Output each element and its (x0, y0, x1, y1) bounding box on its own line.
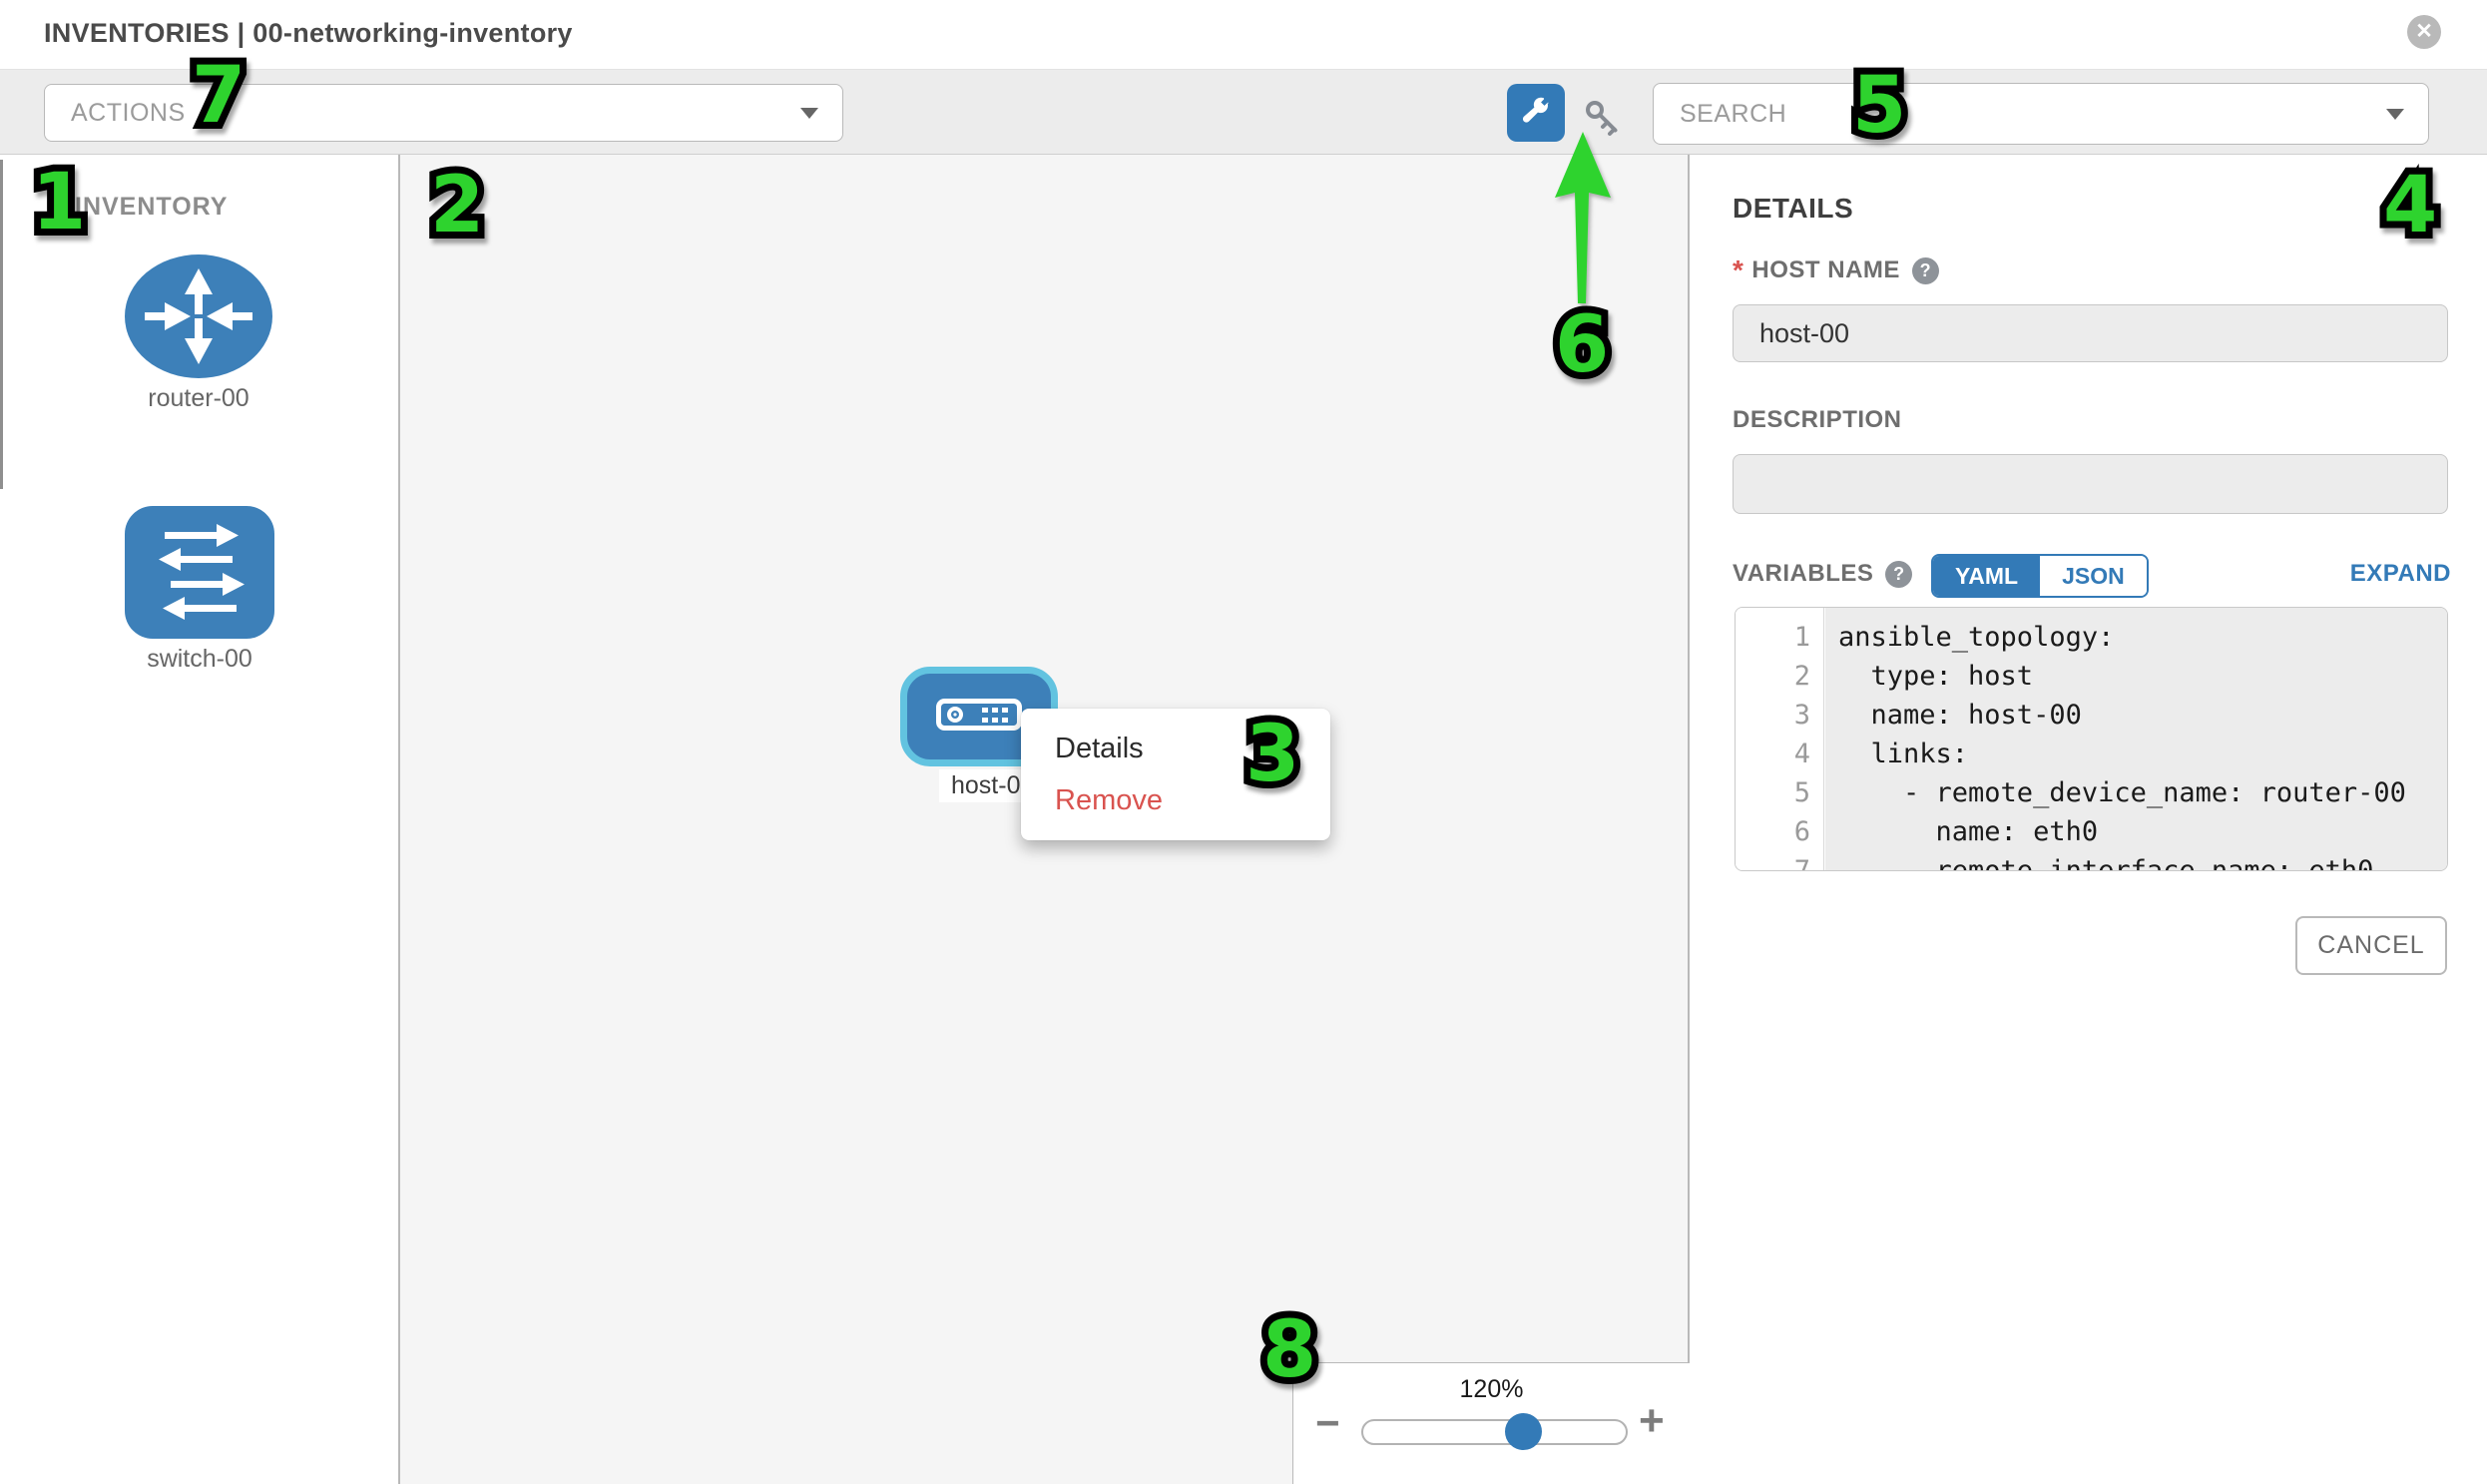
zoom-slider-thumb[interactable] (1505, 1413, 1542, 1450)
variables-row: VARIABLES ? YAML JSON EXPAND (1691, 552, 2487, 596)
line-number: 2 (1736, 657, 1824, 696)
line-number: 7 (1736, 851, 1824, 871)
code-text: ansible_topology: (1824, 618, 2114, 657)
sidebar-title: INVENTORY (75, 193, 228, 222)
close-button[interactable]: ✕ (2407, 15, 2441, 49)
sidebar-item-switch[interactable]: switch-00 (125, 506, 274, 674)
tab-json[interactable]: JSON (2040, 556, 2147, 596)
description-field-label: DESCRIPTION (1733, 406, 1902, 434)
host-name-input[interactable] (1733, 304, 2448, 362)
wrench-icon (1520, 95, 1552, 132)
server-icon (936, 699, 1022, 736)
description-input[interactable] (1733, 454, 2448, 514)
close-icon: ✕ (2415, 20, 2433, 43)
variables-editor[interactable]: 1 ansible_topology: 2 type: host 3 name:… (1735, 607, 2448, 871)
context-menu-item-details[interactable]: Details (1021, 723, 1330, 774)
chevron-down-icon (800, 108, 818, 119)
code-line: 1 ansible_topology: (1736, 618, 2447, 657)
code-line: 3 name: host-00 (1736, 696, 2447, 735)
search-placeholder: SEARCH (1680, 100, 1786, 129)
code-line: 5 - remote_device_name: router-00 (1736, 773, 2447, 812)
sidebar-item-label: switch-00 (125, 645, 274, 674)
code-text: links: (1824, 735, 1968, 773)
variables-format-toggle: YAML JSON (1931, 554, 2149, 598)
code-line: 2 type: host (1736, 657, 2447, 696)
host-name-label: HOST NAME (1751, 256, 1900, 284)
line-number: 3 (1736, 696, 1824, 735)
sidebar-scrollbar[interactable] (0, 160, 3, 489)
zoom-out-button[interactable]: − (1315, 1403, 1340, 1443)
code-line: 4 links: (1736, 735, 2447, 773)
line-number: 6 (1736, 812, 1824, 851)
code-text: remote_interface_name: eth0 (1824, 851, 2373, 871)
sidebar-item-router[interactable]: router-00 (125, 254, 272, 413)
inventory-palette-sidebar: INVENTORY router-00 (0, 155, 400, 1484)
line-number: 4 (1736, 735, 1824, 773)
cancel-button[interactable]: CANCEL (2295, 916, 2447, 975)
actions-dropdown[interactable]: ACTIONS (44, 84, 843, 142)
header: INVENTORIES | 00-networking-inventory ✕ (0, 0, 2487, 70)
key-button[interactable] (1582, 97, 1624, 139)
inventory-topology-page: INVENTORIES | 00-networking-inventory ✕ … (0, 0, 2487, 1484)
code-line: 6 name: eth0 (1736, 812, 2447, 851)
details-title: DETAILS (1733, 193, 1853, 225)
description-label: DESCRIPTION (1733, 406, 1902, 434)
topology-canvas[interactable]: host-00 Details Remove 120% − + (400, 155, 1690, 1484)
code-text: type: host (1824, 657, 2033, 696)
line-number: 5 (1736, 773, 1824, 812)
tab-yaml[interactable]: YAML (1933, 556, 2040, 596)
code-text: - remote_device_name: router-00 (1824, 773, 2406, 812)
variables-label: VARIABLES (1733, 560, 1873, 588)
help-icon[interactable]: ? (1912, 257, 1939, 284)
search-dropdown[interactable]: SEARCH (1653, 83, 2429, 145)
line-number: 1 (1736, 618, 1824, 657)
code-text: name: eth0 (1824, 812, 2098, 851)
expand-link[interactable]: EXPAND (2350, 560, 2451, 588)
actions-placeholder: ACTIONS (71, 99, 186, 128)
editor-lines: 1 ansible_topology: 2 type: host 3 name:… (1736, 618, 2447, 871)
page-title: INVENTORIES | 00-networking-inventory (44, 18, 573, 49)
host-name-field-label: * HOST NAME ? (1733, 254, 1939, 286)
variables-field-label: VARIABLES ? (1733, 560, 1912, 588)
key-icon (1582, 126, 1624, 143)
code-text: name: host-00 (1824, 696, 2082, 735)
zoom-level-label: 120% (1293, 1375, 1690, 1404)
zoom-in-button[interactable]: + (1639, 1401, 1665, 1441)
context-menu: Details Remove (1021, 709, 1330, 840)
toolbar-settings-button[interactable] (1507, 84, 1565, 142)
sidebar-item-label: router-00 (125, 384, 272, 413)
details-panel: DETAILS * HOST NAME ? DESCRIPTION VARIAB… (1691, 155, 2487, 1484)
code-line: 7 remote_interface_name: eth0 (1736, 851, 2447, 871)
router-icon (125, 254, 272, 378)
help-icon[interactable]: ? (1885, 561, 1912, 588)
context-menu-item-remove[interactable]: Remove (1021, 774, 1330, 826)
required-asterisk: * (1733, 254, 1743, 286)
switch-icon (125, 506, 274, 639)
toolbar: ACTIONS SEARCH (0, 70, 2487, 155)
zoom-control-panel: 120% − + (1292, 1362, 1690, 1484)
zoom-slider-track[interactable] (1361, 1419, 1628, 1445)
chevron-down-icon (2386, 109, 2404, 120)
